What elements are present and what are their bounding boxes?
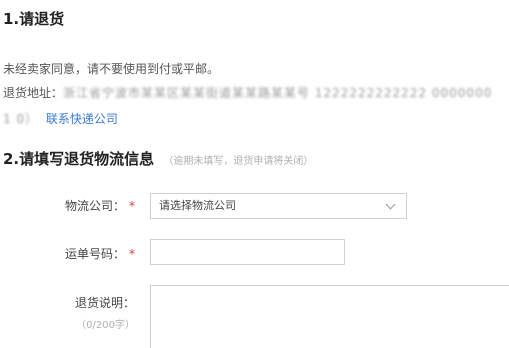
section-1-title: 1.请退货 (3, 10, 65, 28)
return-address-value: 浙江省宁波市某某区某某街道某某路某某号 1222222222222 000000… (63, 86, 493, 100)
section-2-title-row: 2.请填写退货物流信息 （逾期未填写，退货申请将关闭） (3, 148, 313, 169)
logistics-company-label-row: 物流公司： * (60, 197, 135, 214)
tracking-number-label: 运单号码： (64, 247, 125, 261)
return-address-value-line-2: 1 0） (3, 112, 39, 126)
return-note-counter: （0/200字） (76, 320, 135, 331)
logistics-company-label: 物流公司： (64, 199, 125, 213)
return-address-row: 退货地址：浙江省宁波市某某区某某街道某某路某某号 1222222222222 0… (3, 84, 492, 101)
deadline-hint: （逾期未填写，退货申请将关闭） (163, 156, 314, 167)
section-2-title: 2.请填写退货物流信息 (3, 150, 155, 168)
return-note-label: 退货说明： (74, 296, 135, 310)
required-marker: * (129, 199, 135, 213)
return-note-textarea[interactable] (150, 285, 509, 348)
required-marker: * (129, 247, 135, 261)
chevron-down-icon (385, 199, 396, 210)
logistics-company-select[interactable]: 请选择物流公司 (150, 193, 407, 219)
return-address-row-2: 1 0） 联系快递公司 (3, 110, 118, 127)
return-notice: 未经卖家同意，请不要使用到付或平邮。 (3, 62, 220, 76)
tracking-number-input[interactable] (150, 239, 345, 265)
logistics-company-select-value: 请选择物流公司 (159, 199, 236, 212)
tracking-number-label-row: 运单号码： * (60, 245, 135, 262)
return-address-label: 退货地址： (3, 86, 64, 100)
contact-courier-link[interactable]: 联系快递公司 (46, 112, 118, 126)
